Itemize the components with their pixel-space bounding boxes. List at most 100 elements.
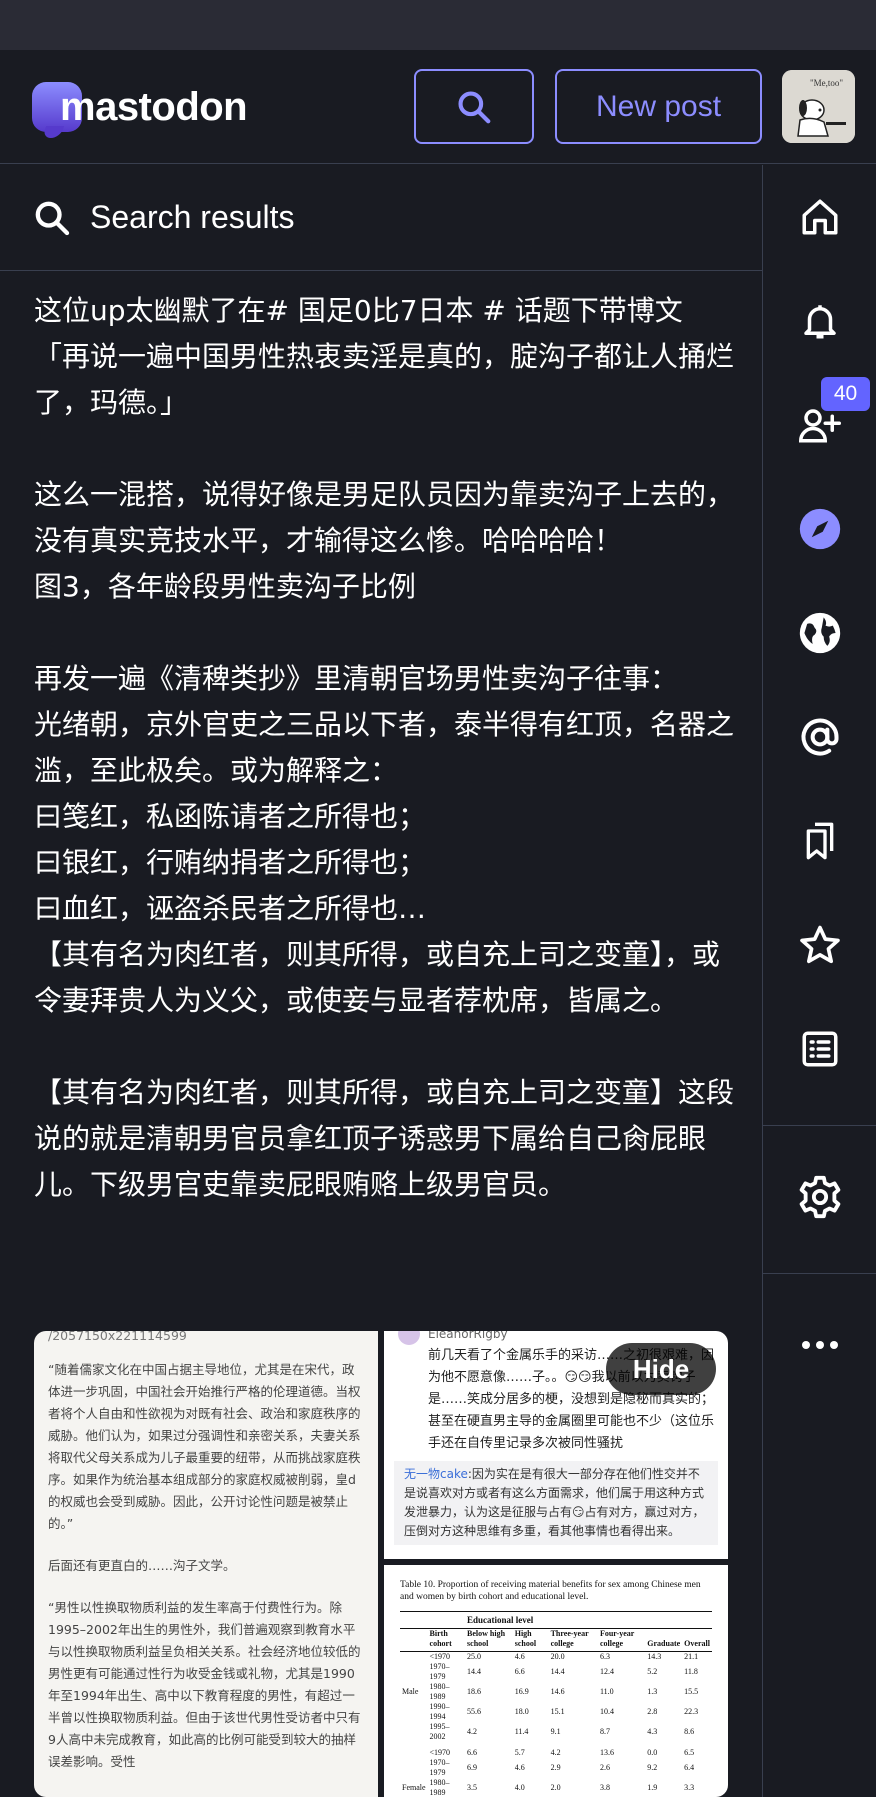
table-cell: 16.9 bbox=[514, 1687, 529, 1696]
avatar-caption: "Me,too" bbox=[810, 78, 843, 88]
image1-paragraph: 后面还有更直白的……沟子文学。 bbox=[48, 1558, 236, 1573]
media-image-1[interactable]: /2057150x221114599 “随着儒家文化在中国占据主导地位，尤其是在… bbox=[34, 1331, 378, 1797]
main-column: Search results 这位up太幽默了在# 国足0比7日本 # 话题下带… bbox=[0, 165, 762, 1797]
nav-explore[interactable] bbox=[763, 477, 876, 581]
nav-bookmarks[interactable] bbox=[763, 789, 876, 893]
table-cell: 10.4 bbox=[599, 1707, 614, 1716]
table-cell: 2.6 bbox=[599, 1763, 610, 1772]
table-cell: 1980–1989 bbox=[429, 1778, 450, 1797]
table-cell: 11.0 bbox=[599, 1687, 614, 1696]
nav-more[interactable] bbox=[763, 1293, 876, 1397]
table-row: Male 1980–1989 18.6 16.9 14.6 11.0 1.3 15.5 bbox=[400, 1682, 712, 1702]
search-button[interactable] bbox=[414, 69, 534, 144]
table-cell: 6.9 bbox=[467, 1763, 478, 1772]
table-cell: 0.0 bbox=[647, 1748, 658, 1757]
table-cell: 2.8 bbox=[647, 1707, 658, 1716]
avatar[interactable]: "Me,too" bbox=[782, 70, 855, 143]
table-cell: 4.2 bbox=[467, 1727, 478, 1736]
user-avatar bbox=[398, 1331, 420, 1345]
nav-preferences[interactable] bbox=[763, 1145, 876, 1249]
nav-lists[interactable] bbox=[763, 997, 876, 1101]
rail-divider bbox=[763, 1125, 876, 1126]
search-icon bbox=[458, 90, 491, 123]
table-body: <1970 25.0 4.6 20.0 6.3 14.3 21.1 1970–1979 14.4… bbox=[400, 1652, 712, 1797]
quote-username: 无一物cake bbox=[404, 1467, 468, 1481]
table-cell: 2.9 bbox=[550, 1763, 561, 1772]
bookmarks-icon bbox=[806, 822, 834, 860]
table-group-label: Male bbox=[402, 1687, 419, 1696]
gear-icon bbox=[799, 1175, 841, 1219]
hide-media-button[interactable]: Hide bbox=[606, 1343, 716, 1395]
table-column-header: Overall bbox=[682, 1628, 712, 1652]
nav-home[interactable] bbox=[763, 165, 876, 269]
image1-top-line: /2057150x221114599 bbox=[48, 1331, 187, 1343]
table-row: 1995–2002 4.2 11.4 9.1 8.7 4.3 8.6 bbox=[400, 1722, 712, 1745]
table-column-header: Four-year college bbox=[597, 1628, 646, 1652]
table-cell: 11.8 bbox=[684, 1667, 698, 1676]
status-content: 这位up太幽默了在# 国足0比7日本 # 话题下带博文「再说一遍中国男性热衷卖淫… bbox=[34, 294, 735, 1201]
nav-notifications[interactable] bbox=[763, 269, 876, 373]
avatar-image: "Me,too" bbox=[782, 70, 855, 143]
follow-requests-badge: 40 bbox=[821, 377, 870, 411]
nav-favourites[interactable] bbox=[763, 893, 876, 997]
table-cell: 6.6 bbox=[514, 1667, 525, 1676]
data-table: Educational level Birth cohort Below high… bbox=[400, 1611, 712, 1797]
table-cell: 25.0 bbox=[467, 1652, 482, 1661]
mastodon-logo[interactable]: mastodon bbox=[32, 80, 248, 134]
table-cell: 6.5 bbox=[684, 1748, 695, 1757]
table-cell: 1970–1979 bbox=[429, 1662, 450, 1681]
rail-divider bbox=[763, 1273, 876, 1274]
table-cell: 9.1 bbox=[550, 1727, 561, 1736]
table-column-header: Birth cohort bbox=[427, 1628, 466, 1652]
table-cell: <1970 bbox=[429, 1652, 451, 1661]
table-cell: 11.4 bbox=[514, 1727, 529, 1736]
table-column-header: Three-year college bbox=[548, 1628, 598, 1652]
table-cell: 5.2 bbox=[647, 1667, 658, 1676]
table-cell: 14.3 bbox=[647, 1652, 662, 1661]
table-cell: 55.6 bbox=[467, 1707, 482, 1716]
table-cell: 1990–1994 bbox=[429, 1702, 450, 1721]
nav-mentions[interactable] bbox=[763, 685, 876, 789]
table-cell: 20.0 bbox=[550, 1652, 565, 1661]
new-post-button[interactable]: New post bbox=[555, 69, 762, 144]
table-cell: 12.4 bbox=[599, 1667, 614, 1676]
table-row: <1970 25.0 4.6 20.0 6.3 14.3 21.1 bbox=[400, 1652, 712, 1663]
table-cell: 2.0 bbox=[550, 1783, 561, 1792]
table-cell: 4.3 bbox=[647, 1727, 658, 1736]
table-cell: 8.6 bbox=[684, 1727, 695, 1736]
search-icon bbox=[35, 201, 70, 235]
table-cell: 6.4 bbox=[684, 1763, 695, 1772]
table-cell: 3.8 bbox=[599, 1783, 610, 1792]
table-group-label bbox=[400, 1662, 428, 1682]
table-cell: 1.9 bbox=[647, 1783, 658, 1792]
table-group-label: Female bbox=[402, 1783, 426, 1792]
table-cell: 21.1 bbox=[684, 1652, 699, 1661]
table-group-label bbox=[400, 1745, 428, 1758]
image2-username: EleanorRigby bbox=[428, 1331, 508, 1341]
table-column-header: Graduate bbox=[645, 1628, 683, 1652]
more-icon bbox=[802, 1341, 838, 1349]
table-cell: 9.2 bbox=[647, 1763, 658, 1772]
app-name: mastodon bbox=[60, 84, 248, 129]
nav-federated[interactable] bbox=[763, 581, 876, 685]
table-cell: 14.4 bbox=[550, 1667, 565, 1676]
table-cell: 15.1 bbox=[550, 1707, 565, 1716]
table-header-row: Educational level bbox=[400, 1611, 712, 1629]
list-icon bbox=[802, 1031, 838, 1067]
table-cell: 15.5 bbox=[684, 1687, 699, 1696]
table-cell: 14.4 bbox=[467, 1667, 482, 1676]
table-cell: 5.7 bbox=[514, 1748, 525, 1757]
table-group-label bbox=[400, 1722, 428, 1745]
globe-icon bbox=[799, 612, 841, 654]
system-status-bar bbox=[0, 0, 876, 50]
image2-quote: 无一物cake:因为实在是有很大一部分存在他们性交并不是说喜欢对方或者有这么方面… bbox=[394, 1461, 718, 1545]
media-image-3[interactable]: Table 10. Proportion of receiving materi… bbox=[384, 1565, 728, 1797]
table-cell: 18.6 bbox=[467, 1687, 482, 1696]
media-gallery[interactable]: /2057150x221114599 “随着儒家文化在中国占据主导地位，尤其是在… bbox=[34, 1331, 728, 1797]
table-cell: 14.6 bbox=[550, 1687, 565, 1696]
table-cell: 4.0 bbox=[514, 1783, 525, 1792]
compass-icon bbox=[799, 508, 841, 550]
table-column-header bbox=[400, 1628, 428, 1652]
star-icon bbox=[800, 925, 840, 964]
table-group-label bbox=[400, 1758, 428, 1778]
